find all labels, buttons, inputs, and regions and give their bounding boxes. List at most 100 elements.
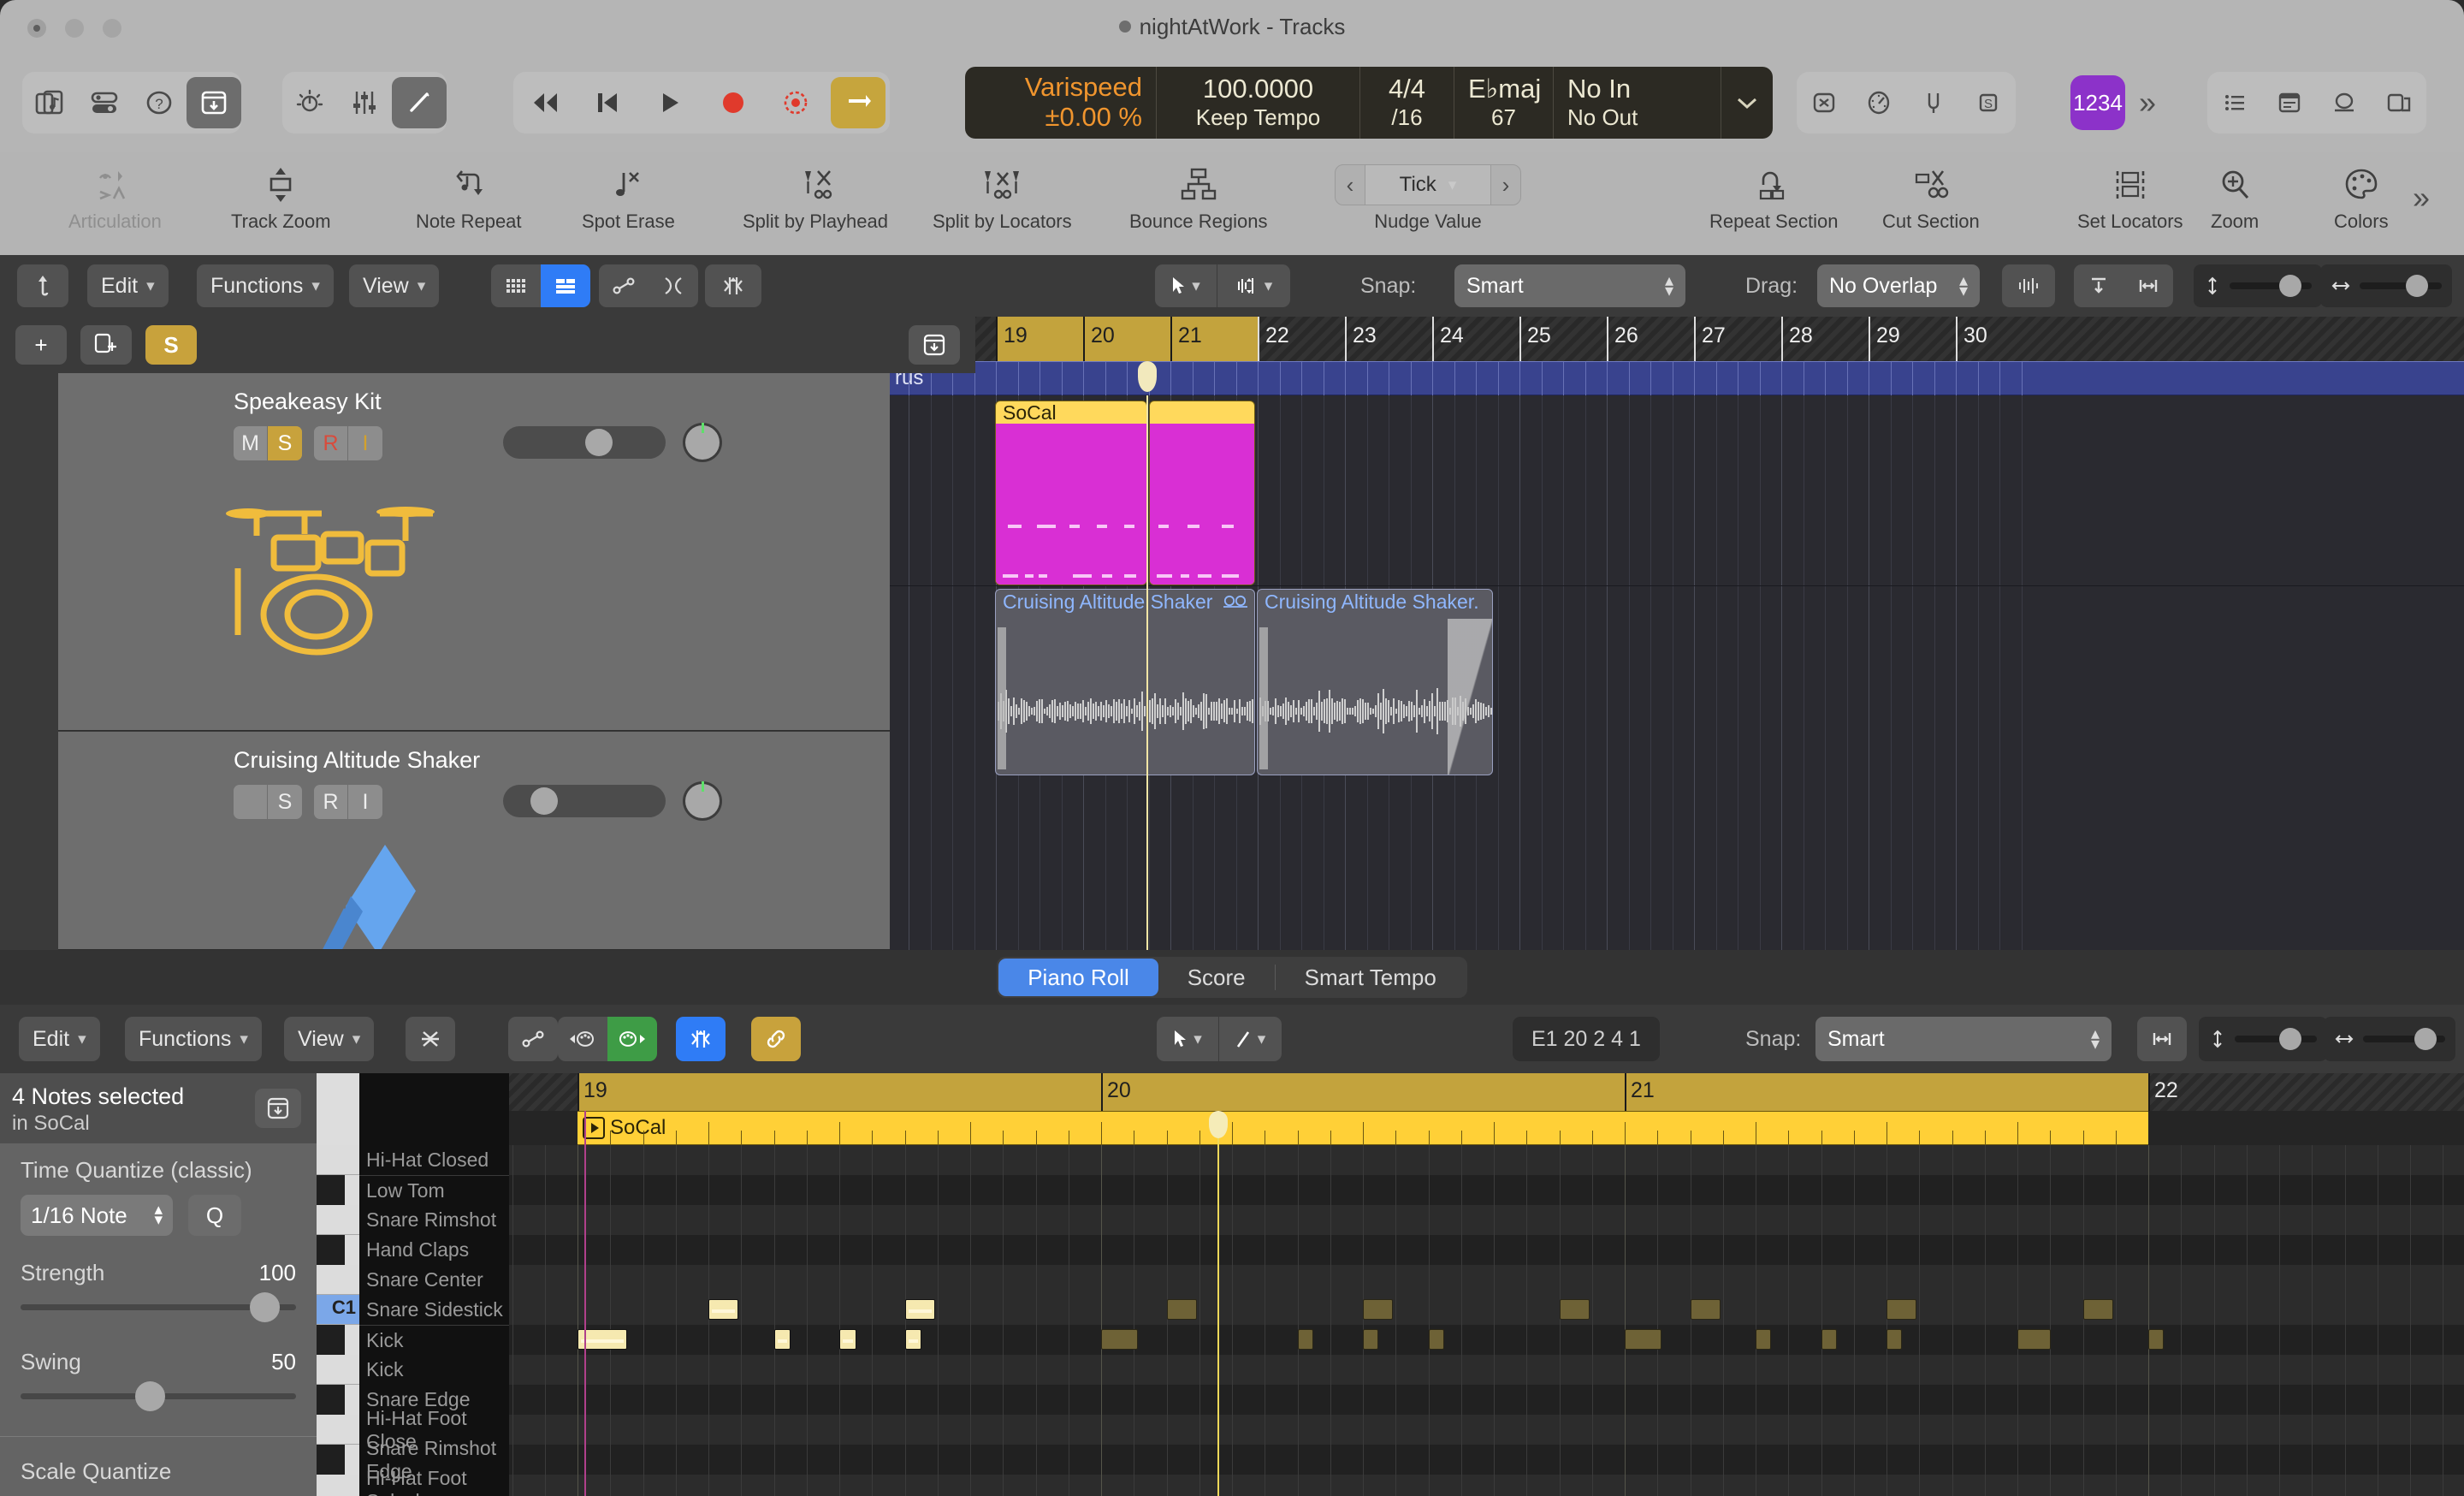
piano-key[interactable] [317, 1445, 345, 1475]
record-input-group[interactable]: R I [314, 785, 382, 819]
toolbar-item-split-by-locators[interactable]: Split by Locators [933, 152, 1072, 233]
midi-note[interactable] [2017, 1329, 2052, 1350]
drum-name-row[interactable]: Low Tom [359, 1175, 509, 1205]
piano-key[interactable] [317, 1385, 345, 1415]
mixer-icon[interactable] [337, 77, 392, 128]
fit-vertical-button[interactable] [2074, 264, 2123, 307]
mute-solo-group[interactable]: S [234, 785, 302, 819]
piano-roll-lane[interactable] [509, 1445, 2464, 1475]
alt-tool-selector[interactable]: ▾ [1217, 264, 1290, 307]
editor-position-display[interactable]: E1 20 2 4 1 [1513, 1017, 1660, 1061]
tool-selector-segment[interactable]: ▾ ▾ [1155, 264, 1290, 307]
drum-name-row[interactable]: Kick [359, 1325, 509, 1355]
drum-name-row[interactable]: Snare Center [359, 1265, 509, 1295]
browsers-icon[interactable] [187, 77, 241, 128]
piano-key[interactable] [317, 1175, 345, 1205]
solo-button[interactable]: S [268, 785, 302, 819]
window-controls[interactable] [27, 19, 121, 38]
toolbar-item-articulation[interactable]: Articulation [68, 152, 162, 233]
editor-horizontal-zoom-knob[interactable] [2414, 1028, 2437, 1050]
record-enable-button[interactable]: R [314, 785, 348, 819]
track-header-cruising-altitude-shaker[interactable]: Cruising Altitude Shaker S R I [58, 732, 890, 950]
drag-select[interactable]: No Overlap ▴ ▾ [1817, 264, 1980, 307]
quantize-apply-button[interactable]: Q [188, 1195, 241, 1236]
piano-keyboard[interactable]: C1 [317, 1073, 359, 1496]
piano-roll-editor[interactable]: C1 Hi-Hat Closed Low Tom Snare Rimshot Hand… [317, 1073, 2464, 1496]
toolbar-item-zoom[interactable]: Zoom [2211, 152, 2259, 233]
toolbar-item-colors[interactable]: Colors [2334, 152, 2389, 233]
nudge-prev-icon[interactable]: ‹ [1336, 172, 1365, 199]
toolbar-item-set-locators[interactable]: Set Locators [2077, 152, 2183, 233]
editor-vertical-zoom-slider[interactable] [2199, 1017, 2327, 1061]
piano-key[interactable] [317, 1415, 359, 1445]
editor-pencil-icon[interactable] [392, 77, 447, 128]
fit-horizontal-button[interactable] [2123, 264, 2173, 307]
lcd-midi-io[interactable]: No In No Out [1554, 67, 1721, 139]
region-socal-2[interactable] [1149, 401, 1255, 585]
piano-roll-lane[interactable] [509, 1355, 2464, 1385]
quantize-value-select[interactable]: 1/16 Note ▴ ▾ [21, 1195, 173, 1236]
drum-name-list[interactable]: Hi-Hat Closed Low Tom Snare Rimshot Hand Cl… [359, 1073, 509, 1496]
piano-roll-lane[interactable] [509, 1415, 2464, 1445]
playhead-handle[interactable] [1138, 361, 1157, 392]
help-icon[interactable]: ? [132, 77, 187, 128]
flex-pitch-icon[interactable] [705, 264, 761, 307]
record-enable-button[interactable]: R [314, 426, 348, 460]
midi-note[interactable] [1166, 1299, 1197, 1320]
toolbar-item-repeat-section[interactable]: Repeat Section [1709, 152, 1838, 233]
toolbar-item-track-zoom[interactable]: Track Zoom [231, 152, 331, 233]
volume-knob[interactable] [530, 787, 558, 815]
piano-roll-lane[interactable] [509, 1145, 2464, 1175]
volume-knob[interactable] [585, 429, 613, 456]
midi-note[interactable] [2148, 1329, 2165, 1350]
vertical-zoom-knob[interactable] [2279, 275, 2301, 297]
playhead[interactable] [1146, 395, 1148, 950]
swing-slider[interactable] [21, 1381, 296, 1411]
midi-note[interactable] [904, 1329, 922, 1350]
drum-name-row[interactable]: Kick [359, 1355, 509, 1385]
midi-note[interactable] [1101, 1329, 1138, 1350]
inspector-download-icon[interactable] [255, 1089, 301, 1128]
nudge-value-popup[interactable]: Tick ▾ [1365, 165, 1491, 205]
edit-menu[interactable]: Edit ▾ [87, 264, 169, 307]
editor-edit-menu[interactable]: Edit ▾ [19, 1017, 100, 1061]
track-canvas[interactable]: SoCal Cruising Altitude Shaker Cruising … [890, 395, 2464, 950]
pointer-tool-icon[interactable]: ▾ [1157, 1017, 1218, 1061]
list-editors-icon[interactable] [2207, 77, 2262, 128]
link-icon[interactable] [751, 1017, 801, 1061]
collapse-icon[interactable] [406, 1017, 455, 1061]
waveform-view-button[interactable] [2002, 264, 2055, 307]
pointer-tool-selector[interactable]: ▾ [1155, 264, 1217, 307]
functions-menu[interactable]: Functions ▾ [197, 264, 334, 307]
drum-name-row[interactable]: Hi-Hat Closed [359, 1145, 509, 1175]
mute-button[interactable] [234, 785, 268, 819]
fit-segment[interactable] [2074, 264, 2173, 307]
toolbar-item-split-by-playhead[interactable]: Split by Playhead [743, 152, 888, 233]
editor-view-menu[interactable]: View ▾ [284, 1017, 375, 1061]
pencil-tool-icon[interactable]: ▾ [1218, 1017, 1282, 1061]
duplicate-track-icon[interactable] [80, 325, 132, 365]
midi-out-icon[interactable] [607, 1017, 657, 1061]
record-input-group[interactable]: R I [314, 426, 382, 460]
midi-io-segment[interactable] [558, 1017, 657, 1061]
flex-icon[interactable] [649, 264, 698, 307]
view-menu[interactable]: View ▾ [349, 264, 440, 307]
horizontal-zoom-knob[interactable] [2406, 275, 2428, 297]
piano-key[interactable] [317, 1145, 359, 1175]
piano-roll-lane[interactable] [509, 1295, 2464, 1325]
piano-key[interactable] [317, 1235, 345, 1265]
library-icon[interactable] [22, 77, 77, 128]
play-icon[interactable] [643, 77, 697, 128]
transport-lcd[interactable]: Varispeed ±0.00 % 100.0000 Keep Tempo 4/… [965, 67, 1773, 139]
tab-piano-roll[interactable]: Piano Roll [998, 959, 1158, 996]
view-mode-segment[interactable] [491, 264, 590, 307]
track-header-speakeasy-kit[interactable]: Speakeasy Kit M S R I [58, 373, 890, 731]
loops-icon[interactable] [2317, 77, 2372, 128]
piano-key[interactable] [317, 1265, 359, 1295]
flex-icon[interactable] [676, 1017, 726, 1061]
catch-playhead-icon[interactable] [17, 264, 68, 307]
region-socal-1[interactable]: SoCal [995, 401, 1147, 585]
drum-name-row[interactable]: Snare Sidestick [359, 1295, 509, 1325]
lcd-varispeed[interactable]: Varispeed ±0.00 % [965, 67, 1157, 139]
piano-roll-lane[interactable] [509, 1325, 2464, 1355]
